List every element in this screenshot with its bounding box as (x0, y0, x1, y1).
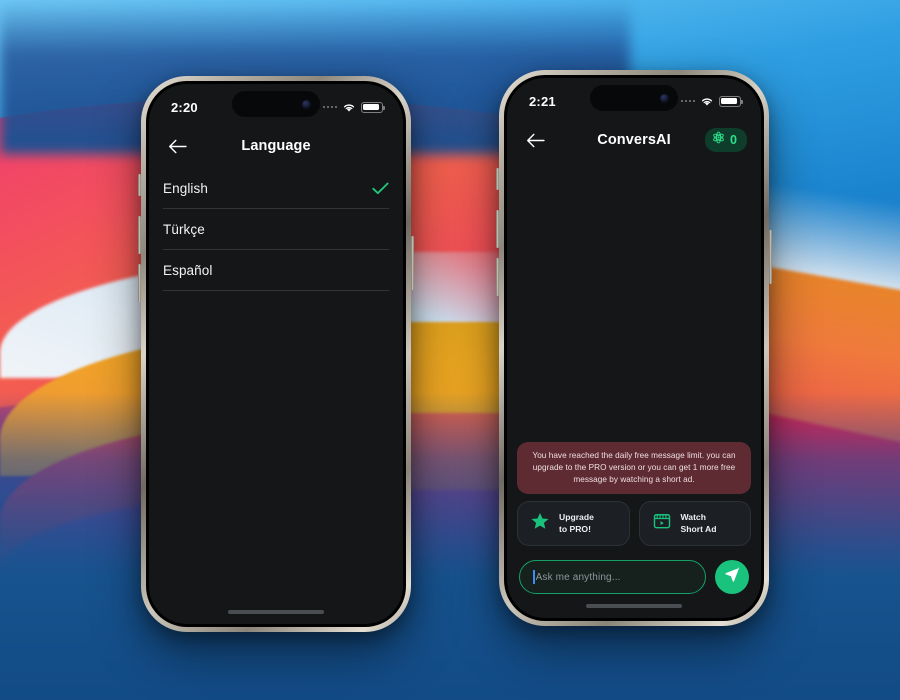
silent-switch[interactable] (496, 168, 499, 190)
home-indicator-area (149, 600, 403, 624)
action-label: Upgrade to PRO! (559, 512, 594, 534)
volume-up-button[interactable] (138, 216, 141, 254)
language-option-espanol[interactable]: Español (163, 250, 389, 291)
message-input-placeholder: Ask me anything... (535, 571, 621, 583)
power-button[interactable] (411, 236, 414, 290)
watch-short-ad-button[interactable]: Watch Short Ad (638, 501, 751, 546)
screen-chat: 2:21 ConversAI 0 You have reached the da… (507, 78, 761, 618)
status-icons (322, 101, 385, 113)
star-icon (530, 511, 550, 536)
scene: 2:20 Language English Türkçe Español 2:2… (0, 0, 900, 700)
wifi-icon (342, 102, 356, 113)
battery-icon (361, 101, 385, 113)
volume-up-button[interactable] (496, 210, 499, 248)
home-indicator[interactable] (228, 610, 324, 614)
action-buttons-row: Upgrade to PRO! Watch Short Ad (517, 501, 751, 546)
home-indicator[interactable] (586, 604, 682, 608)
status-icons (680, 95, 743, 107)
language-option-english[interactable]: English (163, 168, 389, 209)
language-option-turkce[interactable]: Türkçe (163, 209, 389, 250)
cellular-dots-icon (322, 105, 337, 109)
action-label: Watch Short Ad (680, 512, 717, 534)
upgrade-to-pro-button[interactable]: Upgrade to PRO! (517, 501, 630, 546)
language-label: Türkçe (163, 221, 205, 237)
message-input[interactable]: Ask me anything... (519, 560, 706, 594)
message-composer: Ask me anything... (507, 554, 761, 594)
screen-language: 2:20 Language English Türkçe Español (149, 84, 403, 624)
back-arrow-icon[interactable] (521, 126, 549, 154)
phone-bezel: 2:21 ConversAI 0 You have reached the da… (504, 75, 764, 621)
language-label: English (163, 180, 208, 196)
token-balance-badge[interactable]: 0 (705, 128, 747, 152)
free-limit-banner: You have reached the daily free message … (517, 441, 751, 494)
wifi-icon (700, 96, 714, 107)
text-caret (533, 570, 535, 584)
video-ad-icon (652, 511, 672, 536)
message-list (507, 162, 761, 442)
check-icon (372, 182, 389, 195)
dynamic-island (590, 85, 678, 111)
phone-bezel: 2:20 Language English Türkçe Español (146, 81, 406, 627)
phone-chat-screen: 2:21 ConversAI 0 You have reached the da… (496, 70, 772, 626)
navigation-bar: Language (149, 124, 403, 168)
language-list: English Türkçe Español (149, 168, 403, 291)
volume-down-button[interactable] (138, 264, 141, 302)
cellular-dots-icon (680, 99, 695, 103)
battery-icon (719, 95, 743, 107)
power-button[interactable] (769, 230, 772, 284)
status-time: 2:20 (171, 99, 198, 115)
dynamic-island (232, 91, 320, 117)
navigation-bar: ConversAI 0 (507, 118, 761, 162)
front-camera-icon (660, 93, 669, 103)
front-camera-icon (302, 99, 311, 109)
send-button[interactable] (715, 560, 749, 594)
status-time: 2:21 (529, 93, 556, 109)
back-arrow-icon[interactable] (163, 132, 191, 160)
token-count: 0 (730, 133, 737, 147)
chat-body: You have reached the daily free message … (507, 162, 761, 594)
language-label: Español (163, 262, 213, 278)
silent-switch[interactable] (138, 174, 141, 196)
home-indicator-area (507, 594, 761, 618)
phone-language-screen: 2:20 Language English Türkçe Español (138, 76, 414, 632)
status-bar: 2:20 (149, 84, 403, 124)
volume-down-button[interactable] (496, 258, 499, 296)
send-paper-plane-icon (724, 566, 741, 588)
ai-swirl-icon (712, 131, 725, 149)
status-bar: 2:21 (507, 78, 761, 118)
